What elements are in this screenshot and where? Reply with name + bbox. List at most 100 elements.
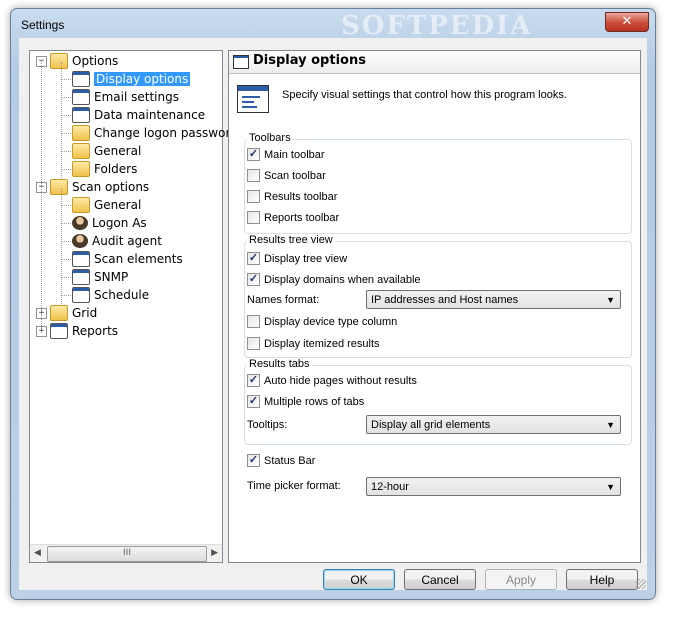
general-settings-icon	[72, 197, 90, 213]
checkbox-label: Auto hide pages without results	[264, 374, 417, 387]
tree-connector-line	[61, 151, 71, 152]
auto-hide-pages-checkbox[interactable]: ✓ Auto hide pages without results	[247, 374, 417, 387]
tree-item-scan-elements[interactable]: Scan elements	[72, 250, 183, 268]
folder-icon	[50, 53, 68, 69]
tree-item-folders[interactable]: Folders	[72, 160, 137, 178]
tree-item-email-settings[interactable]: Email settings	[72, 88, 179, 106]
tree-item-label: Email settings	[94, 90, 179, 104]
checkbox-box[interactable]	[247, 190, 260, 203]
checkbox-box[interactable]: ✓	[247, 454, 260, 467]
reports-toolbar-checkbox[interactable]: Reports toolbar	[247, 211, 339, 224]
chevron-down-icon[interactable]: ▼	[606, 416, 615, 435]
chevron-down-icon[interactable]: ▼	[606, 291, 615, 310]
itemized-results-checkbox[interactable]: Display itemized results	[247, 337, 380, 350]
tree-item-label: General	[94, 144, 142, 158]
checkbox-label: Results toolbar	[264, 190, 338, 203]
status-bar-checkbox[interactable]: ✓ Status Bar	[247, 454, 315, 467]
checkbox-box[interactable]: ✓	[247, 252, 260, 265]
tree-item-label: Data maintenance	[94, 108, 206, 122]
tooltips-label: Tooltips:	[247, 419, 288, 431]
tree-item-scan-options[interactable]: − Scan options	[36, 178, 149, 196]
scan-toolbar-checkbox[interactable]: Scan toolbar	[247, 169, 326, 182]
scroll-right-icon[interactable]: ▶	[211, 548, 218, 558]
agent-icon	[72, 234, 88, 248]
tree-item-general[interactable]: General	[72, 142, 141, 160]
tree-item-label: SNMP	[94, 270, 129, 284]
tree-item-label: Folders	[94, 162, 138, 176]
tree-item-label: General	[94, 198, 142, 212]
tree-item-schedule[interactable]: Schedule	[72, 286, 149, 304]
names-format-label: Names format:	[247, 294, 320, 306]
tree-connector-line	[61, 97, 71, 98]
tree-connector-line	[61, 115, 71, 116]
checkbox-box[interactable]: ✓	[247, 273, 260, 286]
tree-item-data-maintenance[interactable]: Data maintenance	[72, 106, 205, 124]
help-button[interactable]: Help	[566, 569, 638, 590]
general-settings-icon	[72, 143, 90, 159]
checkbox-box[interactable]	[247, 169, 260, 182]
settings-tree[interactable]: ◀ III ▶ − Options Display options Email set…	[29, 50, 238, 563]
dialog-client-area: ◀ III ▶ − Options Display options Email set…	[19, 38, 647, 590]
apply-button[interactable]: Apply	[485, 569, 557, 590]
calendar-icon	[72, 287, 90, 303]
folder-icon	[50, 179, 68, 195]
tree-item-label: Schedule	[94, 288, 150, 302]
close-button[interactable]: ✕	[605, 12, 649, 32]
multiple-rows-tabs-checkbox[interactable]: ✓ Multiple rows of tabs	[247, 395, 364, 408]
reports-icon	[50, 323, 68, 339]
tree-item-label: Audit agent	[92, 234, 162, 248]
time-picker-select[interactable]: 12-hour ▼	[366, 477, 621, 496]
main-toolbar-checkbox[interactable]: ✓ Main toolbar	[247, 148, 325, 161]
tooltips-value: Display all grid elements	[371, 419, 491, 431]
display-settings-icon	[237, 85, 269, 113]
cancel-button[interactable]: Cancel	[404, 569, 476, 590]
tree-item-grid[interactable]: + Grid	[36, 304, 97, 322]
scrollbar-thumb[interactable]: III	[47, 546, 207, 562]
results-tabs-title: Results tabs	[247, 358, 312, 370]
toolbars-group-title: Toolbars	[247, 132, 293, 144]
tree-item-general[interactable]: General	[72, 196, 141, 214]
names-format-value: IP addresses and Host names	[371, 294, 519, 306]
device-type-column-checkbox[interactable]: Display device type column	[247, 315, 397, 328]
panel-title: Display options	[253, 53, 366, 68]
tree-item-label: Options	[72, 54, 119, 68]
tree-connector-line	[61, 223, 71, 224]
ok-button[interactable]: OK	[323, 569, 395, 590]
resize-grip[interactable]	[636, 579, 646, 589]
tree-item-options[interactable]: − Options	[36, 52, 118, 70]
display-domains-checkbox[interactable]: ✓ Display domains when available	[247, 273, 421, 286]
display-window-icon	[233, 55, 249, 69]
tree-horizontal-scrollbar[interactable]: ◀ III ▶	[30, 544, 222, 562]
tree-item-label: Scan elements	[94, 252, 183, 266]
checkbox-label: Display itemized results	[264, 337, 380, 350]
scroll-left-icon[interactable]: ◀	[34, 548, 41, 558]
tree-connector-line	[61, 79, 71, 80]
tree-item-logon-as[interactable]: Logon As	[72, 214, 147, 232]
display-tree-view-checkbox[interactable]: ✓ Display tree view	[247, 252, 347, 265]
checkbox-box[interactable]: ✓	[247, 374, 260, 387]
tree-item-label: Display options	[94, 72, 191, 86]
checkbox-box[interactable]	[247, 315, 260, 328]
tree-item-snmp[interactable]: SNMP	[72, 268, 128, 286]
tree-connector-line	[61, 133, 71, 134]
tree-item-label: Scan options	[72, 180, 150, 194]
checkbox-label: Display tree view	[264, 252, 348, 265]
user-icon	[72, 216, 88, 230]
checkbox-box[interactable]: ✓	[247, 148, 260, 161]
checkbox-label: Multiple rows of tabs	[264, 395, 365, 408]
checkbox-box[interactable]: ✓	[247, 395, 260, 408]
checkbox-box[interactable]	[247, 211, 260, 224]
tree-item-display-options[interactable]: Display options	[72, 70, 191, 88]
checkbox-box[interactable]	[247, 337, 260, 350]
tree-connector-line	[61, 277, 71, 278]
results-toolbar-checkbox[interactable]: Results toolbar	[247, 190, 337, 203]
names-format-select[interactable]: IP addresses and Host names ▼	[366, 290, 621, 309]
tree-item-audit-agent[interactable]: Audit agent	[72, 232, 162, 250]
tree-connector-line	[61, 169, 71, 170]
tooltips-select[interactable]: Display all grid elements ▼	[366, 415, 621, 434]
tree-connector-line	[61, 241, 71, 242]
tree-item-label: Reports	[72, 324, 119, 338]
tree-item-reports[interactable]: + Reports	[36, 322, 118, 340]
tree-item-change-logon-password[interactable]: Change logon password	[72, 124, 238, 142]
chevron-down-icon[interactable]: ▼	[606, 478, 615, 497]
